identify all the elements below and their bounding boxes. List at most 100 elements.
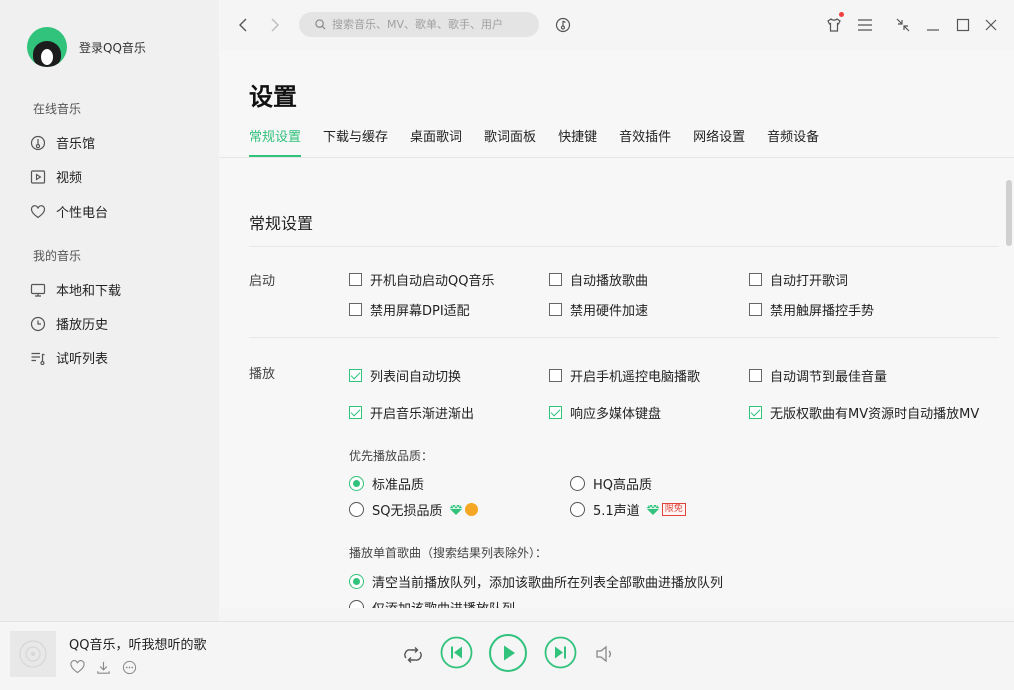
checkbox[interactable] (749, 273, 762, 286)
sidebar-item-music-hall[interactable]: 音乐馆 (30, 133, 95, 152)
radio-button[interactable] (349, 476, 364, 491)
startup-checkbox-autostart[interactable]: 开机自动启动QQ音乐 (349, 270, 494, 289)
search-box[interactable] (299, 12, 539, 37)
tab-sound-plugins[interactable]: 音效插件 (619, 126, 671, 157)
menu-icon (858, 19, 872, 31)
sidebar-item-trial-list[interactable]: 试听列表 (30, 348, 108, 367)
group-label-startup: 启动 (249, 274, 276, 289)
radio-button[interactable] (349, 574, 364, 589)
volume-button[interactable] (594, 644, 616, 664)
login-area[interactable]: 登录QQ音乐 (27, 27, 146, 67)
playlist-icon (30, 350, 46, 366)
sidebar-item-label: 个性电台 (56, 206, 109, 221)
listen-recognize-button[interactable] (553, 15, 573, 35)
tab-network[interactable]: 网络设置 (693, 126, 745, 157)
tab-desktop-lyrics[interactable]: 桌面歌词 (410, 126, 462, 157)
tab-general[interactable]: 常规设置 (249, 126, 302, 157)
search-input[interactable] (332, 18, 532, 31)
radio-button[interactable] (570, 502, 585, 517)
checkbox[interactable] (749, 406, 762, 419)
playback-checkbox-auto-mv[interactable]: 无版权歌曲有MV资源时自动播放MV (749, 403, 979, 422)
next-button[interactable] (544, 636, 577, 669)
quality-radio-sq[interactable]: SQ无损品质 (349, 500, 478, 519)
playback-checkbox-auto-volume[interactable]: 自动调节到最佳音量 (749, 366, 887, 385)
clock-icon (30, 316, 46, 332)
quality-radio-standard[interactable]: 标准品质 (349, 474, 424, 493)
player-bar: QQ音乐，听我想听的歌 (0, 621, 1014, 690)
sidebar-item-label: 本地和下载 (56, 284, 122, 299)
play-button[interactable] (488, 633, 528, 673)
minimize-button[interactable] (923, 15, 943, 35)
playback-checkbox-list-switch[interactable]: 列表间自动切换 (349, 366, 461, 385)
scrollbar[interactable] (1006, 180, 1012, 246)
close-icon (985, 19, 997, 31)
startup-checkbox-disable-dpi[interactable]: 禁用屏幕DPI适配 (349, 300, 470, 319)
tab-audio-device[interactable]: 音频设备 (767, 126, 819, 157)
playback-checkbox-fade[interactable]: 开启音乐渐进渐出 (349, 403, 474, 422)
checkbox[interactable] (549, 406, 562, 419)
checkbox[interactable] (349, 303, 362, 316)
song-title: QQ音乐，听我想听的歌 (69, 638, 207, 653)
menu-button[interactable] (855, 15, 875, 35)
maximize-icon (956, 18, 970, 32)
like-button[interactable] (69, 659, 85, 675)
close-button[interactable] (981, 15, 1001, 35)
tab-lyrics-panel[interactable]: 歌词面板 (484, 126, 536, 157)
checkbox[interactable] (749, 303, 762, 316)
mini-mode-button[interactable] (893, 15, 913, 35)
checkbox[interactable] (349, 273, 362, 286)
maximize-button[interactable] (953, 15, 973, 35)
playback-checkbox-phone-remote[interactable]: 开启手机遥控电脑播歌 (549, 366, 700, 385)
startup-checkbox-disable-hw-accel[interactable]: 禁用硬件加速 (549, 300, 648, 319)
divider (249, 337, 999, 338)
chevron-right-icon (271, 18, 279, 32)
checkbox[interactable] (549, 369, 562, 382)
quality-radio-51[interactable]: 5.1声道 限免 (570, 500, 686, 519)
checkbox[interactable] (749, 369, 762, 382)
single-radio-add-only[interactable]: 仅添加该歌曲进播放队列 (349, 598, 515, 608)
sidebar-item-history[interactable]: 播放历史 (30, 314, 108, 333)
startup-checkbox-autoplay[interactable]: 自动播放歌曲 (549, 270, 648, 289)
radio-button[interactable] (570, 476, 585, 491)
music-recognize-icon (555, 17, 571, 33)
sidebar-item-local-download[interactable]: 本地和下载 (30, 280, 121, 299)
sidebar-item-label: 播放历史 (56, 318, 109, 333)
settings-panel: 设置 常规设置 下载与缓存 桌面歌词 歌词面板 快捷键 音效插件 网络设置 音频… (219, 50, 1014, 608)
radio-button[interactable] (349, 502, 364, 517)
forward-button[interactable] (266, 15, 284, 35)
green-diamond-icon (646, 503, 660, 515)
monitor-icon (30, 282, 46, 298)
single-radio-replace-queue[interactable]: 清空当前播放队列，添加该歌曲所在列表全部歌曲进播放队列 (349, 572, 723, 591)
video-icon (30, 169, 46, 185)
checkbox[interactable] (349, 406, 362, 419)
sidebar-item-label: 音乐馆 (56, 137, 96, 152)
startup-checkbox-open-lyrics[interactable]: 自动打开歌词 (749, 270, 848, 289)
notification-dot (839, 12, 844, 17)
tab-divider (219, 157, 1014, 158)
radio-button[interactable] (349, 600, 364, 608)
download-button[interactable] (95, 659, 111, 675)
album-cover[interactable] (10, 631, 56, 677)
playback-checkbox-media-keys[interactable]: 响应多媒体键盘 (549, 403, 661, 422)
divider (249, 246, 999, 247)
tab-shortcuts[interactable]: 快捷键 (558, 126, 597, 157)
skin-button[interactable] (824, 12, 844, 35)
checkbox[interactable] (549, 273, 562, 286)
quality-radio-hq[interactable]: HQ高品质 (570, 474, 652, 493)
avatar[interactable] (27, 27, 67, 67)
sidebar-item-radio[interactable]: 个性电台 (30, 202, 108, 221)
sidebar-item-video[interactable]: 视频 (30, 167, 82, 186)
settings-tabs: 常规设置 下载与缓存 桌面歌词 歌词面板 快捷键 音效插件 网络设置 音频设备 (249, 126, 841, 157)
top-bar (219, 0, 1014, 50)
checkbox[interactable] (549, 303, 562, 316)
search-icon (315, 19, 326, 30)
back-button[interactable] (234, 15, 252, 35)
tab-download-cache[interactable]: 下载与缓存 (323, 126, 388, 157)
login-label[interactable]: 登录QQ音乐 (79, 39, 146, 56)
more-button[interactable] (121, 659, 137, 675)
group-label-playback: 播放 (249, 367, 276, 382)
repeat-mode-button[interactable] (401, 644, 425, 666)
previous-button[interactable] (440, 636, 473, 669)
checkbox[interactable] (349, 369, 362, 382)
startup-checkbox-disable-touch[interactable]: 禁用触屏播控手势 (749, 300, 874, 319)
